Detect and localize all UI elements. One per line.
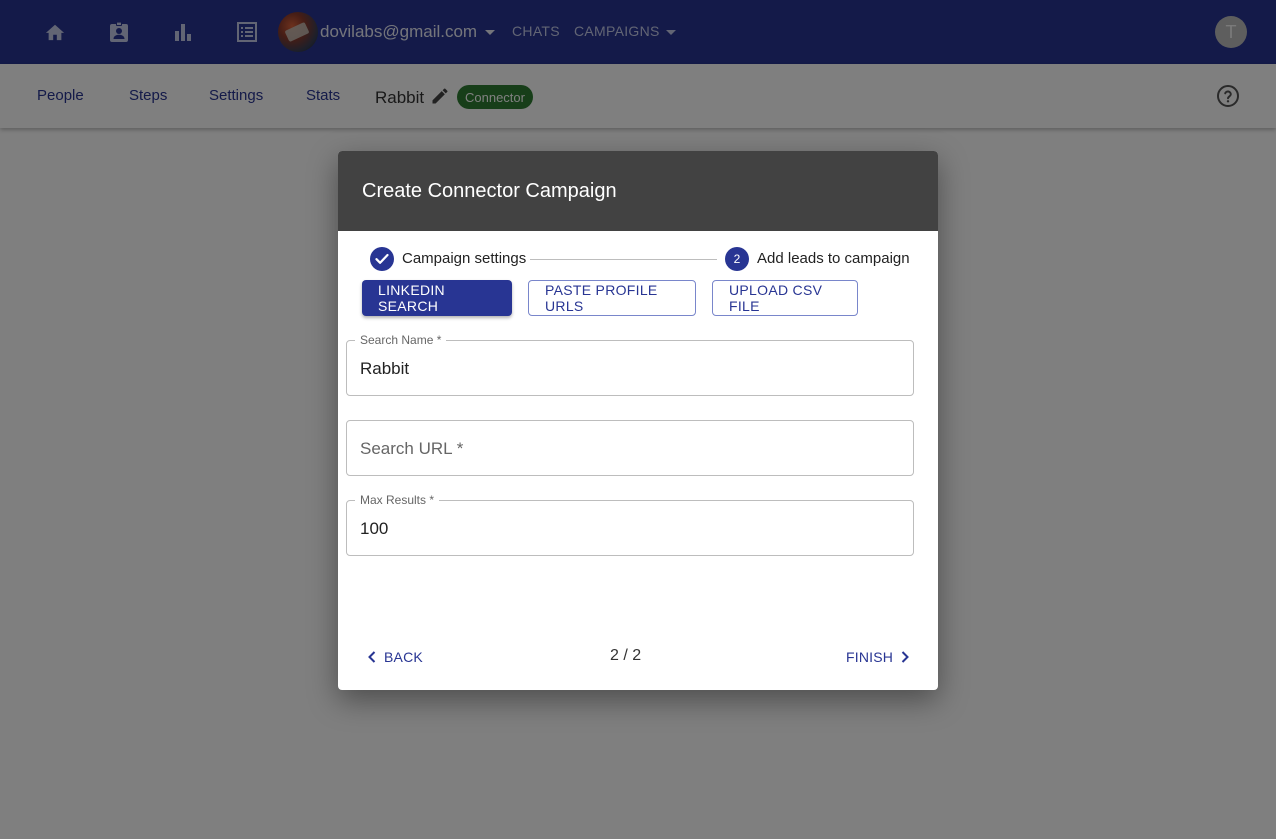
step-completed-check-icon bbox=[370, 247, 394, 271]
search-name-value[interactable]: Rabbit bbox=[360, 359, 409, 379]
chevron-left-icon bbox=[368, 651, 376, 663]
step-1-label: Campaign settings bbox=[402, 250, 527, 267]
max-results-field[interactable]: Max Results * 100 bbox=[346, 493, 914, 556]
finish-label: FINISH bbox=[846, 649, 894, 665]
step-pager: 2 / 2 bbox=[610, 647, 642, 664]
search-name-field[interactable]: Search Name * Rabbit bbox=[346, 333, 914, 396]
upload-csv-button[interactable]: UPLOAD CSV FILE bbox=[712, 280, 858, 316]
search-url-label: Search URL * bbox=[360, 439, 464, 458]
chevron-right-icon bbox=[901, 651, 910, 663]
max-results-value[interactable]: 100 bbox=[360, 519, 388, 539]
max-results-label: Max Results * bbox=[355, 493, 440, 507]
back-button[interactable]: BACK bbox=[364, 645, 423, 669]
create-campaign-dialog: Create Connector Campaign Campaign setti… bbox=[338, 151, 938, 690]
search-name-label: Search Name * bbox=[355, 333, 447, 347]
step-2-number: 2 bbox=[725, 247, 749, 271]
step-connector bbox=[530, 259, 717, 260]
stepper: Campaign settings 2 Add leads to campaig… bbox=[338, 231, 938, 287]
dialog-title: Create Connector Campaign bbox=[362, 179, 617, 202]
search-url-field[interactable]: Search URL * bbox=[346, 420, 914, 476]
dialog-header: Create Connector Campaign bbox=[338, 151, 938, 231]
paste-profile-urls-button[interactable]: PASTE PROFILE URLS bbox=[528, 280, 696, 316]
step-2-label: Add leads to campaign bbox=[757, 250, 910, 267]
back-label: BACK bbox=[384, 649, 423, 665]
finish-button[interactable]: FINISH bbox=[846, 645, 913, 669]
linkedin-search-button[interactable]: LINKEDIN SEARCH bbox=[362, 280, 512, 316]
